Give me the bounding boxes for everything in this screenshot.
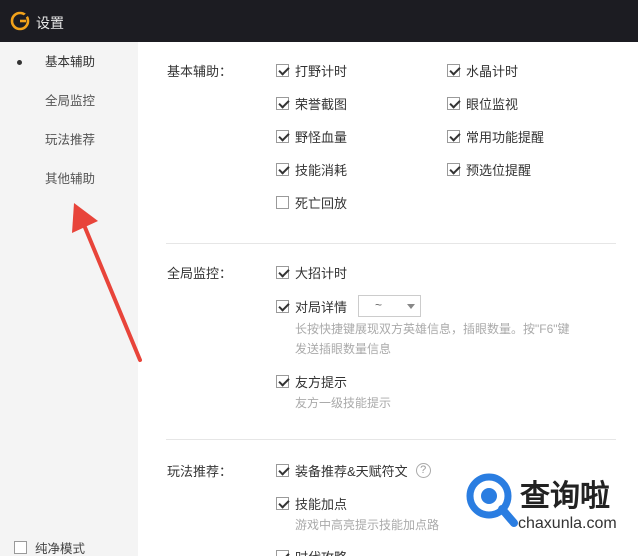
annotation-arrow-icon bbox=[72, 203, 142, 362]
checkbox[interactable] bbox=[276, 463, 289, 477]
window-title: 设置 bbox=[36, 15, 64, 31]
pure-mode-label: 纯净模式 bbox=[35, 541, 86, 556]
pure-mode-toggle[interactable]: 纯净模式 bbox=[14, 538, 85, 556]
option-label: 技能消耗 bbox=[295, 162, 348, 178]
sidebar-item-label: 基本辅助 bbox=[45, 55, 96, 69]
hotkey-select[interactable]: ~ bbox=[358, 295, 421, 317]
watermark-text: 查询啦 bbox=[520, 479, 610, 514]
section-divider bbox=[166, 439, 616, 440]
option-label: 死亡回放 bbox=[295, 195, 348, 211]
checkbox[interactable] bbox=[447, 162, 460, 176]
title-bar: 设置 bbox=[0, 0, 638, 42]
watermark-logo-icon bbox=[466, 473, 518, 527]
checkbox[interactable] bbox=[276, 265, 289, 279]
checkbox[interactable] bbox=[276, 63, 289, 77]
sidebar-item-global-monitor[interactable]: 全局监控 bbox=[0, 83, 138, 119]
option-label: 打野计时 bbox=[295, 63, 348, 79]
match-details-description-line2: 发送插眼数量信息 bbox=[295, 342, 392, 356]
option-honor-screenshot[interactable]: 荣誉截图 bbox=[276, 94, 347, 112]
option-label: 装备推荐&天赋符文 bbox=[295, 463, 408, 479]
option-ally-hint[interactable]: 友方提示 bbox=[276, 372, 347, 390]
option-label: 大招计时 bbox=[295, 265, 348, 281]
help-icon[interactable]: ? bbox=[415, 462, 431, 478]
option-label: 时代攻略 bbox=[295, 547, 347, 556]
match-details-description-line1: 长按快捷键展现双方英雄信息，插眼数量。按"F6"键 bbox=[295, 322, 570, 336]
option-label: 对局详情 bbox=[295, 299, 348, 315]
checkbox[interactable] bbox=[276, 549, 289, 556]
option-ward-monitor[interactable]: 眼位监视 bbox=[447, 94, 518, 112]
checkbox[interactable] bbox=[276, 195, 289, 209]
checkbox[interactable] bbox=[447, 129, 460, 143]
checkbox[interactable] bbox=[276, 162, 289, 176]
checkbox[interactable] bbox=[276, 374, 289, 388]
pure-mode-checkbox[interactable] bbox=[14, 540, 27, 554]
skill-points-description: 游戏中高亮提示技能加点路 bbox=[295, 518, 440, 532]
section-title-play: 玩法推荐： bbox=[167, 464, 233, 479]
checkbox[interactable] bbox=[447, 63, 460, 77]
sidebar-item-label: 玩法推荐 bbox=[45, 133, 96, 147]
option-ult-timer[interactable]: 大招计时 bbox=[276, 263, 347, 281]
sidebar-item-label: 全局监控 bbox=[45, 94, 96, 108]
option-label: 常用功能提醒 bbox=[466, 129, 545, 145]
option-label: 水晶计时 bbox=[466, 63, 519, 79]
section-title-basic: 基本辅助： bbox=[167, 64, 233, 79]
watermark: 查询啦 chaxunla.com bbox=[458, 463, 634, 539]
checkbox[interactable] bbox=[447, 96, 460, 110]
hotkey-select-value: ~ bbox=[375, 298, 383, 312]
checkbox[interactable] bbox=[276, 96, 289, 110]
checkbox[interactable] bbox=[276, 299, 289, 313]
option-death-replay[interactable]: 死亡回放 bbox=[276, 193, 347, 211]
option-skill-points[interactable]: 技能加点 bbox=[276, 494, 347, 512]
ally-hint-description: 友方一级技能提示 bbox=[295, 396, 392, 410]
sidebar-item-label: 其他辅助 bbox=[45, 172, 96, 186]
option-common-reminder[interactable]: 常用功能提醒 bbox=[447, 127, 544, 145]
checkbox[interactable] bbox=[276, 496, 289, 510]
option-label: 荣誉截图 bbox=[295, 96, 348, 112]
checkbox[interactable] bbox=[276, 129, 289, 143]
option-label: 友方提示 bbox=[295, 374, 348, 390]
option-preselect-reminder[interactable]: 预选位提醒 bbox=[447, 160, 531, 178]
option-equipment-recommend[interactable]: 装备推荐&天赋符文 ? bbox=[276, 461, 431, 479]
active-indicator-icon bbox=[17, 60, 22, 65]
option-match-details[interactable]: 对局详情 bbox=[276, 297, 347, 315]
option-jungle-timer[interactable]: 打野计时 bbox=[276, 61, 347, 79]
sidebar-item-play-recommend[interactable]: 玩法推荐 bbox=[0, 122, 138, 158]
sidebar-item-basic-assist[interactable]: 基本辅助 bbox=[0, 44, 138, 80]
section-title-global: 全局监控： bbox=[167, 266, 233, 281]
option-label: 眼位监视 bbox=[466, 96, 519, 112]
option-skill-cost[interactable]: 技能消耗 bbox=[276, 160, 347, 178]
chevron-down-icon bbox=[407, 304, 415, 309]
option-label: 预选位提醒 bbox=[466, 162, 532, 178]
option-label: 技能加点 bbox=[295, 496, 348, 512]
sidebar-item-other-assist[interactable]: 其他辅助 bbox=[0, 161, 138, 197]
option-label: 野怪血量 bbox=[295, 129, 348, 145]
option-crystal-timer[interactable]: 水晶计时 bbox=[447, 61, 518, 79]
watermark-domain: chaxunla.com bbox=[518, 515, 617, 532]
section-divider bbox=[166, 243, 616, 244]
option-partial-cutoff[interactable]: 时代攻略 bbox=[276, 547, 347, 556]
app-logo-icon bbox=[10, 11, 30, 31]
option-monster-health[interactable]: 野怪血量 bbox=[276, 127, 347, 145]
